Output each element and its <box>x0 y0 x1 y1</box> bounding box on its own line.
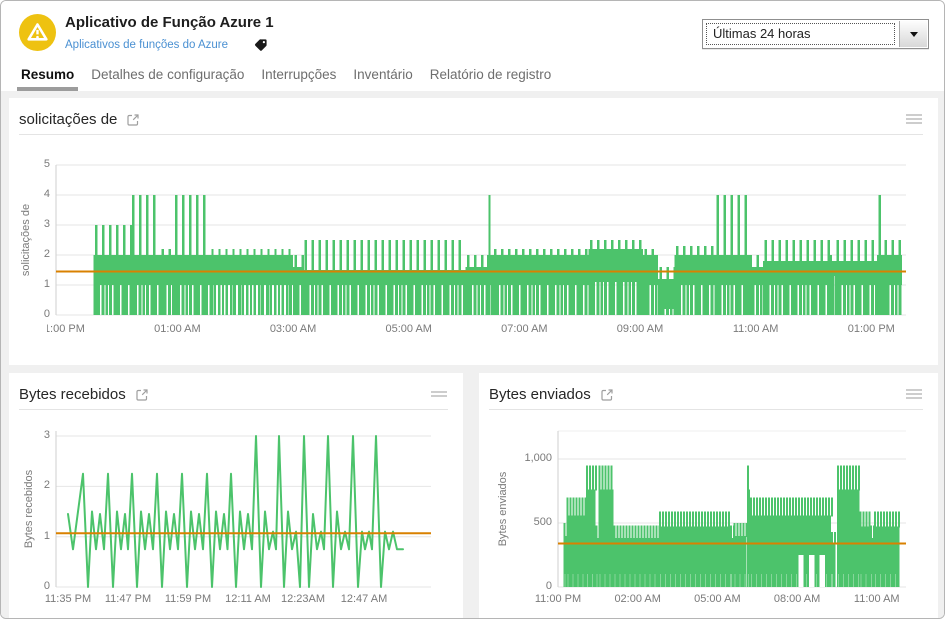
x-axis-tick-label: 05:00 AM <box>372 323 446 335</box>
external-link-icon[interactable] <box>600 388 614 402</box>
bytes-received-chart: 0123Bytes recebidos11:35 PM11:47 PM11:59… <box>9 410 463 618</box>
time-range-value: Últimas 24 horas <box>706 23 895 45</box>
requests-chart: 012345solicitações de11:00 PM01:00 AM03:… <box>9 135 938 365</box>
card-header: Bytes recebidos <box>9 373 463 409</box>
app-header: Aplicativo de Função Azure 1 Aplicativos… <box>1 1 944 63</box>
warning-triangle-icon <box>19 14 56 51</box>
card-header: Bytes enviados <box>479 373 938 409</box>
x-axis-tick-label: 12:47 AM <box>327 593 401 605</box>
chart-card-bytes-received: Bytes recebidos 0123Bytes recebidos11:35… <box>9 373 463 618</box>
y-axis-tick-label: 0 <box>9 308 50 320</box>
card-title: Bytes enviados <box>489 386 591 403</box>
card-title: solicitações de <box>19 111 117 128</box>
x-axis-tick-label: 11:00 AM <box>840 593 914 605</box>
menu-icon[interactable] <box>429 387 449 401</box>
x-axis-tick-label: 05:00 AM <box>680 593 754 605</box>
tab-resumo[interactable]: Resumo <box>19 63 76 91</box>
tab-interrupcoes[interactable]: Interrupções <box>259 63 338 91</box>
dashboard-content: solicitações de 012345solicitações de11:… <box>1 91 944 618</box>
y-axis-tick-label: 3 <box>9 429 50 441</box>
tag-icon[interactable] <box>254 38 268 52</box>
tab-relatorio-de-registro[interactable]: Relatório de registro <box>428 63 554 91</box>
y-axis-tick-label: 1,000 <box>508 452 552 464</box>
tab-detalhes-de-configuracao[interactable]: Detalhes de configuração <box>89 63 246 91</box>
y-axis-label: solicitações de <box>20 204 32 276</box>
x-axis-tick-label: 11:00 PM <box>521 593 595 605</box>
y-axis-tick-label: 4 <box>9 188 50 200</box>
x-axis-tick-label: 03:00 AM <box>256 323 330 335</box>
page-title: Aplicativo de Função Azure 1 <box>65 14 274 31</box>
tab-inventario[interactable]: Inventário <box>351 63 414 91</box>
menu-icon[interactable] <box>904 385 924 403</box>
x-axis-tick-label: 09:00 AM <box>603 323 677 335</box>
breadcrumb: Aplicativos de funções do Azure <box>65 37 268 53</box>
y-axis-label: Bytes recebidos <box>23 470 35 548</box>
x-axis-tick-label: 11:00 AM <box>719 323 793 335</box>
chart-card-bytes-sent: Bytes enviados 0 500 1,000 Bytes enviados 11… <box>479 373 938 618</box>
dropdown-arrow-button[interactable] <box>899 21 927 47</box>
x-axis-tick-label: 01:00 AM <box>140 323 214 335</box>
menu-icon[interactable] <box>904 110 924 128</box>
y-axis-tick-label: 500 <box>508 516 552 528</box>
y-axis-tick-label: 0 <box>508 580 552 592</box>
y-axis-tick-label: 1 <box>9 278 50 290</box>
bytes-sent-chart: 0 500 1,000 Bytes enviados 11:00 PM 02:00 AM 0… <box>479 410 938 618</box>
x-axis-tick-label: 01:00 PM <box>834 323 908 335</box>
tab-bar: Resumo Detalhes de configuração Interrup… <box>1 63 944 91</box>
x-axis-tick-label: 08:00 AM <box>760 593 834 605</box>
y-axis-tick-label: 0 <box>9 580 50 592</box>
chart-card-requests: solicitações de 012345solicitações de11:… <box>9 98 938 365</box>
external-link-icon[interactable] <box>135 388 149 402</box>
y-axis-label: Bytes enviados <box>497 472 509 547</box>
chart-plot <box>9 410 463 618</box>
external-link-icon[interactable] <box>126 113 140 127</box>
breadcrumb-link[interactable]: Aplicativos de funções do Azure <box>65 39 228 51</box>
card-title: Bytes recebidos <box>19 386 126 403</box>
y-axis-tick-label: 5 <box>9 158 50 170</box>
card-header: solicitações de <box>9 98 938 134</box>
x-axis-tick-label: 07:00 AM <box>487 323 561 335</box>
chevron-down-icon <box>910 32 918 37</box>
time-range-select[interactable]: Últimas 24 horas <box>702 19 929 49</box>
x-axis-tick-label: 02:00 AM <box>601 593 675 605</box>
app-window: Aplicativo de Função Azure 1 Aplicativos… <box>0 0 945 619</box>
